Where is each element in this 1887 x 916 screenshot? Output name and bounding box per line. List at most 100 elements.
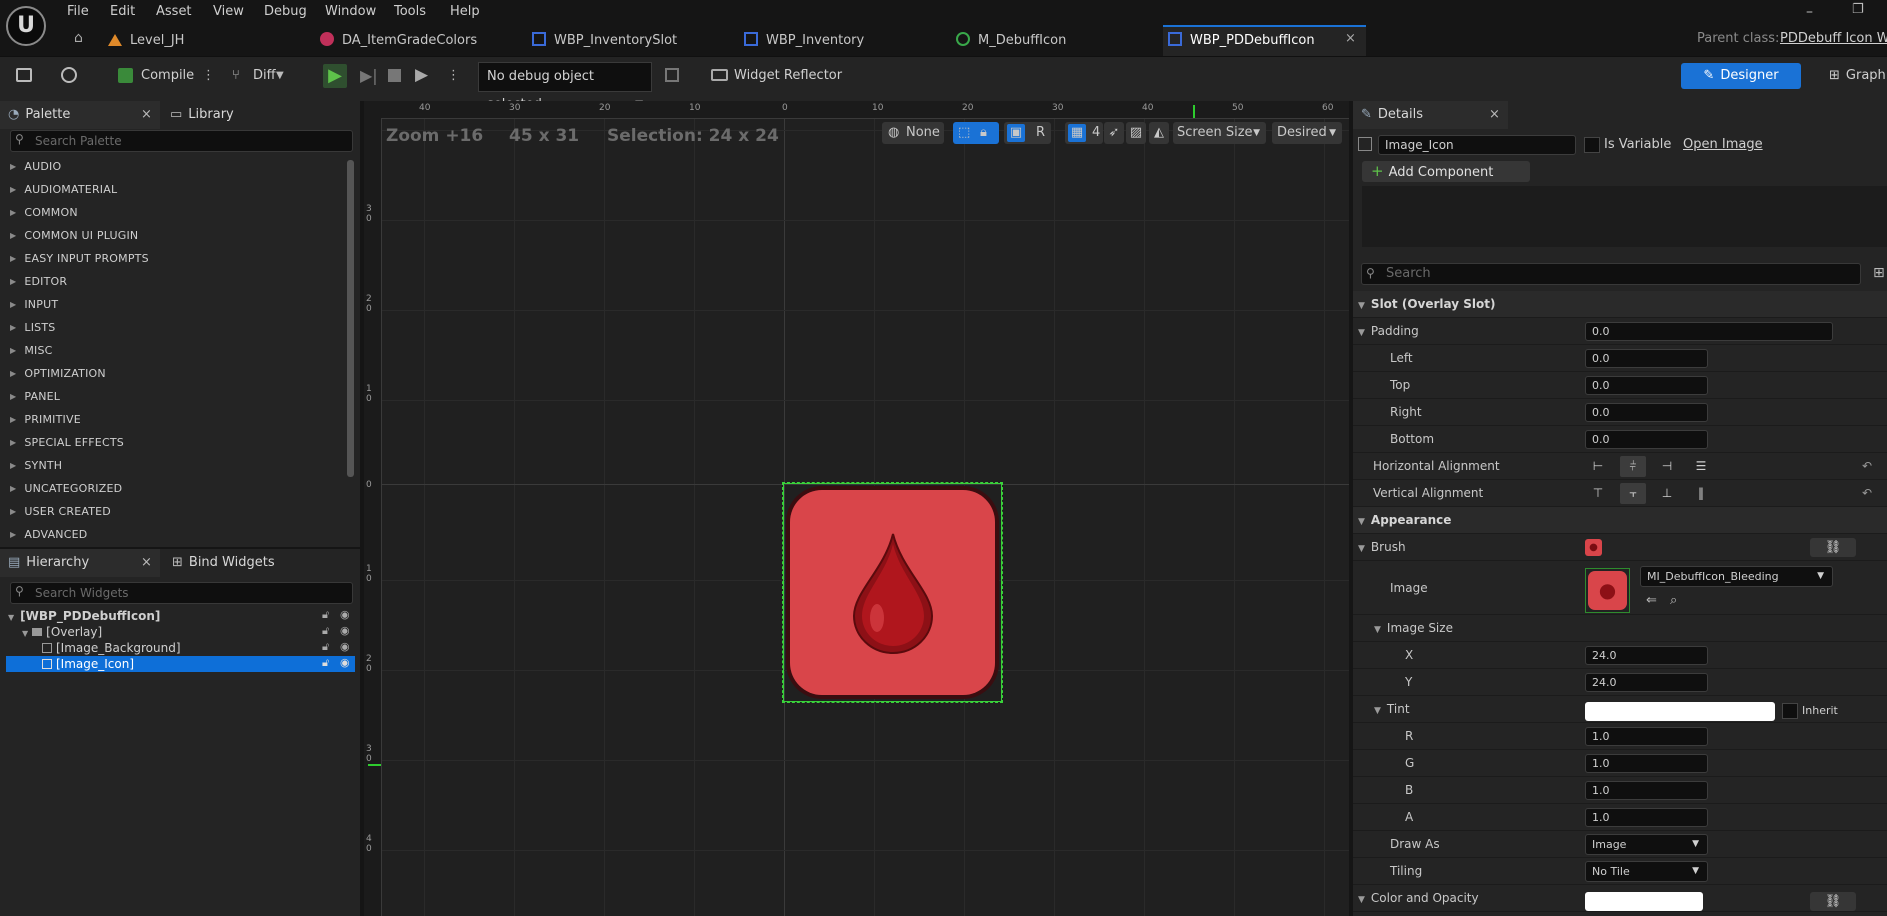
tab-material[interactable]: M_DebuffIcon bbox=[956, 28, 1066, 54]
tint-r-field[interactable]: 1.0 bbox=[1585, 727, 1708, 746]
align-center-icon[interactable]: ⫩ bbox=[1620, 456, 1646, 477]
link-icon[interactable]: ⛓ bbox=[1810, 892, 1856, 911]
localization-preview-button[interactable]: ◍ None bbox=[882, 122, 944, 144]
palette-category[interactable]: AUDIO bbox=[10, 155, 61, 178]
visibility-eye-icon[interactable]: ◉ bbox=[340, 640, 350, 653]
property-matrix-icon[interactable]: ⊞ bbox=[1873, 265, 1885, 281]
menu-view[interactable]: View bbox=[213, 1, 244, 23]
image-size-y-field[interactable]: 24.0 bbox=[1585, 673, 1708, 692]
image-size-label[interactable]: ▼ Image Size bbox=[1374, 615, 1453, 642]
tint-color-swatch[interactable] bbox=[1585, 702, 1775, 721]
palette-category[interactable]: EASY INPUT PROMPTS bbox=[10, 247, 149, 270]
color-opacity-label[interactable]: ▼ Color and Opacity bbox=[1358, 885, 1479, 912]
tab-bind-widgets[interactable]: ⊞ Bind Widgets bbox=[172, 549, 275, 577]
tab-wbp-pddebufficon[interactable]: WBP_PDDebuffIcon bbox=[1168, 28, 1315, 54]
tint-label[interactable]: ▼ Tint bbox=[1374, 696, 1410, 723]
align-right-icon[interactable]: ⊣ bbox=[1654, 456, 1680, 477]
palette-category[interactable]: COMMON bbox=[10, 201, 78, 224]
close-icon[interactable]: × bbox=[1489, 101, 1500, 129]
menu-window[interactable]: Window bbox=[325, 1, 376, 23]
palette-scrollbar[interactable] bbox=[347, 160, 354, 477]
align-fill-icon[interactable]: ☰ bbox=[1688, 456, 1714, 477]
brush-preview-icon[interactable]: ● bbox=[1585, 539, 1602, 556]
stop-icon[interactable] bbox=[388, 69, 401, 82]
tab-wbp-inventory[interactable]: WBP_Inventory bbox=[744, 28, 864, 54]
palette-category[interactable]: USER CREATED bbox=[10, 500, 111, 523]
fill-screen-dropdown[interactable]: Desired ▼ bbox=[1272, 122, 1342, 144]
padding-top-field[interactable]: 0.0 bbox=[1585, 376, 1708, 395]
widget-name-field[interactable]: Image_Icon bbox=[1378, 135, 1576, 155]
graph-button[interactable]: ⊞ Graph bbox=[1829, 66, 1886, 86]
palette-category[interactable]: MISC bbox=[10, 339, 53, 362]
compile-options-icon[interactable]: ⋮ bbox=[202, 66, 215, 86]
hierarchy-item[interactable]: [Image_Background] bbox=[42, 640, 181, 656]
close-icon[interactable]: × bbox=[141, 101, 152, 129]
menu-tools[interactable]: Tools bbox=[394, 1, 426, 23]
palette-category[interactable]: ADVANCED bbox=[10, 523, 87, 546]
parent-class-link[interactable]: PDDebuff Icon Wid bbox=[1780, 31, 1887, 46]
step-icon[interactable]: ▶| bbox=[360, 66, 378, 85]
align-middle-icon[interactable]: ⫟ bbox=[1620, 483, 1646, 504]
screen-size-dropdown[interactable]: Screen Size ▼ bbox=[1173, 122, 1266, 144]
designer-button[interactable]: ✎ Designer bbox=[1681, 63, 1801, 89]
padding-right-field[interactable]: 0.0 bbox=[1585, 403, 1708, 422]
palette-category[interactable]: OPTIMIZATION bbox=[10, 362, 106, 385]
home-icon[interactable]: ⌂ bbox=[74, 30, 83, 46]
menu-edit[interactable]: Edit bbox=[110, 1, 135, 23]
palette-category[interactable]: PANEL bbox=[10, 385, 60, 408]
align-bottom-icon[interactable]: ⊥ bbox=[1654, 483, 1680, 504]
palette-category[interactable]: UNCATEGORIZED bbox=[10, 477, 122, 500]
tab-hierarchy[interactable]: ▤ Hierarchy × bbox=[0, 549, 160, 577]
image-asset-dropdown[interactable]: MI_DebuffIcon_Bleeding ▼ bbox=[1640, 566, 1833, 587]
is-variable-checkbox[interactable] bbox=[1584, 137, 1600, 153]
lock-icon[interactable]: 🔓︎ bbox=[322, 624, 329, 638]
align-vfill-icon[interactable]: ‖ bbox=[1688, 483, 1714, 504]
browse-asset-icon[interactable]: ⌕ bbox=[1670, 593, 1677, 608]
play-button[interactable]: ▶ bbox=[323, 64, 347, 88]
details-search-input[interactable]: Search bbox=[1361, 263, 1861, 285]
tab-details[interactable]: ✎ Details × bbox=[1353, 101, 1508, 129]
tint-b-field[interactable]: 1.0 bbox=[1585, 781, 1708, 800]
grid-snap-toggle[interactable]: ▦ 4 bbox=[1065, 122, 1103, 144]
minimize-icon[interactable]: – bbox=[1806, 4, 1813, 20]
use-selected-asset-icon[interactable]: ⇐ bbox=[1646, 593, 1657, 608]
restore-icon[interactable]: ❐ bbox=[1852, 2, 1864, 17]
hierarchy-search-input[interactable]: Search Widgets bbox=[10, 582, 353, 604]
palette-category[interactable]: SYNTH bbox=[10, 454, 62, 477]
eject-icon[interactable]: ▶ bbox=[415, 65, 428, 85]
padding-bottom-field[interactable]: 0.0 bbox=[1585, 430, 1708, 449]
reset-icon[interactable]: ↶ bbox=[1862, 486, 1872, 500]
palette-category[interactable]: PRIMITIVE bbox=[10, 408, 81, 431]
align-left-icon[interactable]: ⊢ bbox=[1585, 456, 1611, 477]
browse-icon[interactable] bbox=[61, 67, 77, 83]
play-options-icon[interactable]: ⋮ bbox=[447, 66, 460, 86]
padding-left-field[interactable]: 0.0 bbox=[1585, 349, 1708, 368]
padding-label[interactable]: ▼ Padding bbox=[1358, 318, 1419, 345]
menu-help[interactable]: Help bbox=[450, 1, 480, 23]
compile-button[interactable]: Compile bbox=[141, 66, 194, 86]
debug-filter-icon[interactable] bbox=[665, 68, 679, 82]
hierarchy-overlay[interactable]: ▼ [Overlay] bbox=[22, 624, 102, 640]
compile-icon[interactable] bbox=[118, 68, 133, 83]
palette-category[interactable]: COMMON UI PLUGIN bbox=[10, 224, 138, 247]
tab-palette[interactable]: ◔ Palette × bbox=[0, 101, 160, 129]
flip-icon[interactable]: ◭ bbox=[1149, 122, 1169, 144]
menu-file[interactable]: File bbox=[67, 1, 89, 23]
debug-object-select[interactable]: No debug object selected▼ bbox=[478, 62, 652, 112]
hierarchy-root[interactable]: ▼ [WBP_PDDebuffIcon] bbox=[8, 608, 160, 624]
cursor-icon[interactable]: ➶ bbox=[1104, 122, 1124, 144]
visibility-eye-icon[interactable]: ◉ bbox=[340, 608, 350, 621]
tab-level[interactable]: Level_JH bbox=[108, 28, 184, 54]
palette-category[interactable]: INPUT bbox=[10, 293, 58, 316]
menu-asset[interactable]: Asset bbox=[156, 1, 192, 23]
tab-library[interactable]: ▭ Library bbox=[170, 101, 234, 129]
image-mode-icon[interactable]: ▨ bbox=[1126, 122, 1146, 144]
appearance-section-title[interactable]: ▼ Appearance bbox=[1358, 507, 1451, 534]
widget-reflector-button[interactable]: Widget Reflector bbox=[734, 66, 842, 86]
chevron-down-icon[interactable]: ▼ bbox=[276, 66, 284, 86]
palette-search-input[interactable]: Search Palette bbox=[10, 130, 353, 152]
reset-icon[interactable]: ↶ bbox=[1862, 459, 1872, 473]
lock-icon[interactable]: 🔓︎ bbox=[322, 640, 329, 654]
close-tab-icon[interactable]: × bbox=[1345, 31, 1356, 46]
slot-section-title[interactable]: ▼ Slot (Overlay Slot) bbox=[1358, 291, 1495, 318]
